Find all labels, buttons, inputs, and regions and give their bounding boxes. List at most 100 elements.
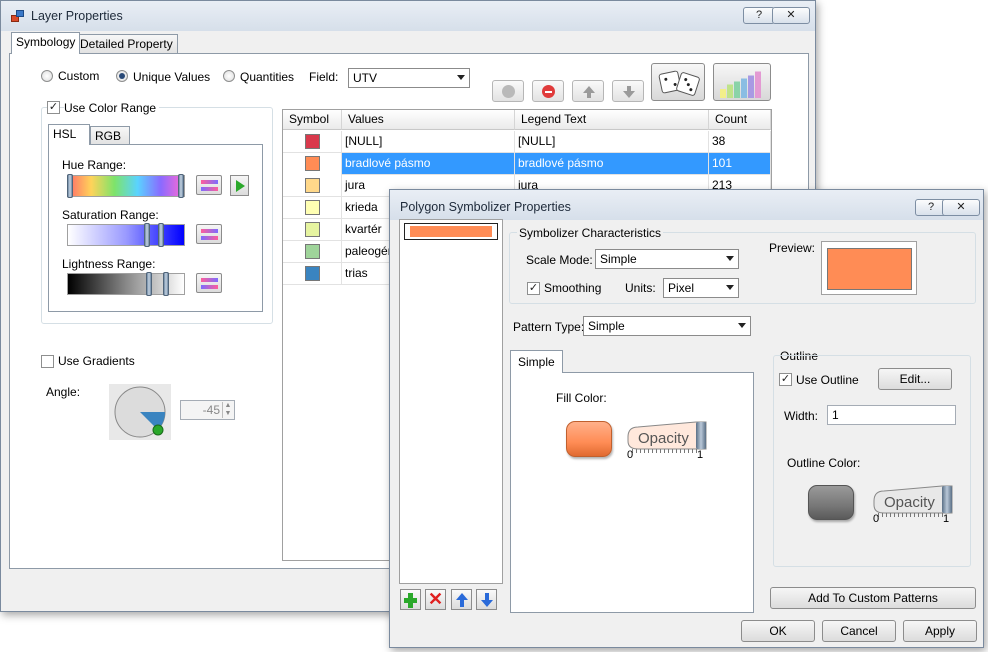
opacity-min: 0 [873,513,880,525]
tab-detailed-property[interactable]: Detailed Property [75,34,178,54]
pattern-down-button[interactable] [476,589,497,610]
quantities-radio[interactable] [223,70,235,82]
column-header-values[interactable]: Values [342,110,515,130]
saturation-range-label: Saturation Range: [62,208,159,222]
tab-hsl[interactable]: HSL [48,124,90,145]
scale-mode-value: Simple [600,252,637,266]
opacity-handle[interactable] [696,422,706,449]
play-hue-button[interactable] [230,175,249,196]
close-button[interactable]: ✕ [942,199,980,216]
fill-opacity-slider[interactable]: Opacity 0 1 [626,421,708,461]
column-header-legend-text[interactable]: Legend Text [515,110,709,130]
remove-category-button[interactable] [532,80,564,102]
fill-color-label: Fill Color: [556,391,607,405]
column-header-symbol[interactable]: Symbol [283,110,342,130]
edit-outline-button[interactable]: Edit... [878,368,952,390]
symbol-swatch[interactable] [305,244,320,259]
hue-min-handle[interactable] [67,174,73,198]
move-up-button[interactable] [572,80,604,102]
add-pattern-button[interactable] [400,589,421,610]
lightness-range-slider[interactable] [67,272,185,296]
plus-circle-icon [502,85,515,98]
angle-spinner[interactable]: -45 ▲ ▼ [180,400,235,420]
angle-dial[interactable] [109,384,171,440]
x-icon: ✕ [427,589,444,609]
angle-value: -45 [202,403,220,417]
ramp-colors-button[interactable] [713,63,771,101]
add-to-custom-patterns-button[interactable]: Add To Custom Patterns [770,587,976,609]
delete-pattern-button[interactable]: ✕ [425,589,446,610]
symbol-swatch[interactable] [305,178,320,193]
tab-rgb[interactable]: RGB [90,126,130,145]
symbol-swatch[interactable] [305,266,320,281]
opacity-max: 1 [943,513,950,525]
use-outline-checkbox[interactable]: ✓ [779,373,792,386]
outline-opacity-slider[interactable]: Opacity 0 1 [872,485,954,525]
units-select[interactable]: Pixel [663,278,739,298]
symbolizer-characteristics-label: Symbolizer Characteristics [517,226,664,240]
arrow-down-icon [481,600,493,607]
hue-range-label: Hue Range: [62,158,127,172]
saturation-min-handle[interactable] [144,223,150,247]
table-row[interactable]: [NULL] [NULL] 38 [283,131,771,153]
pattern-list-item[interactable] [404,223,498,240]
use-color-range-label: Use Color Range [64,101,160,115]
symbol-swatch[interactable] [305,200,320,215]
cancel-button[interactable]: Cancel [822,620,896,642]
spinner-arrows-icon[interactable]: ▲ ▼ [222,402,233,418]
smoothing-checkbox[interactable]: ✓ [527,282,540,295]
arrow-down-icon [623,91,635,98]
ok-button[interactable]: OK [741,620,815,642]
window-title: Polygon Symbolizer Properties [400,200,571,214]
tab-symbology[interactable]: Symbology [11,32,81,54]
use-gradients-checkbox[interactable] [41,355,54,368]
opacity-ticks [878,513,946,517]
hue-range-slider[interactable] [67,174,185,198]
saturation-max-handle[interactable] [158,223,164,247]
symbol-swatch[interactable] [305,222,320,237]
random-colors-button[interactable] [651,63,705,101]
pattern-up-button[interactable] [451,589,472,610]
pattern-list[interactable] [399,219,503,584]
swap-lightness-button[interactable] [196,273,222,293]
outline-width-field[interactable]: 1 [827,405,956,425]
outline-width-value: 1 [832,408,839,422]
preview-label: Preview: [769,241,816,255]
swap-saturation-button[interactable] [196,224,222,244]
unique-values-radio[interactable] [116,70,128,82]
apply-button[interactable]: Apply [903,620,977,642]
use-color-range-checkbox[interactable]: ✓ [47,101,60,114]
lightness-min-handle[interactable] [146,272,152,296]
close-button[interactable]: ✕ [772,7,810,24]
opacity-handle[interactable] [942,486,952,513]
pattern-type-select[interactable]: Simple [583,316,751,336]
pattern-type-value: Simple [588,319,625,333]
column-header-count[interactable]: Count [709,110,771,130]
saturation-range-slider[interactable] [67,223,185,247]
field-select[interactable]: UTV [348,68,470,88]
symbol-swatch[interactable] [305,134,320,149]
use-gradients-label: Use Gradients [58,354,135,368]
legend-cell: bradlové pásmo [515,153,709,175]
swap-hue-button[interactable] [196,175,222,195]
hue-max-handle[interactable] [178,174,184,198]
outline-color-label: Outline Color: [787,456,861,470]
custom-radio[interactable] [41,70,53,82]
lightness-range-label: Lightness Range: [62,257,156,271]
fill-color-button[interactable] [566,421,612,457]
scale-mode-select[interactable]: Simple [595,249,739,269]
symbol-swatch[interactable] [305,156,320,171]
lightness-max-handle[interactable] [163,272,169,296]
outline-color-button[interactable] [808,485,854,520]
tab-simple[interactable]: Simple [510,350,563,373]
pattern-type-label: Pattern Type: [513,320,585,334]
add-category-button[interactable] [492,80,524,102]
play-icon [236,180,245,192]
move-down-button[interactable] [612,80,644,102]
table-row-selected[interactable]: bradlové pásmo bradlové pásmo 101 [283,153,771,175]
preview-box [821,241,917,295]
field-select-value: UTV [353,71,377,85]
help-button[interactable]: ? [743,7,775,24]
smoothing-label: Smoothing [544,281,602,295]
window-title: Layer Properties [31,9,123,23]
